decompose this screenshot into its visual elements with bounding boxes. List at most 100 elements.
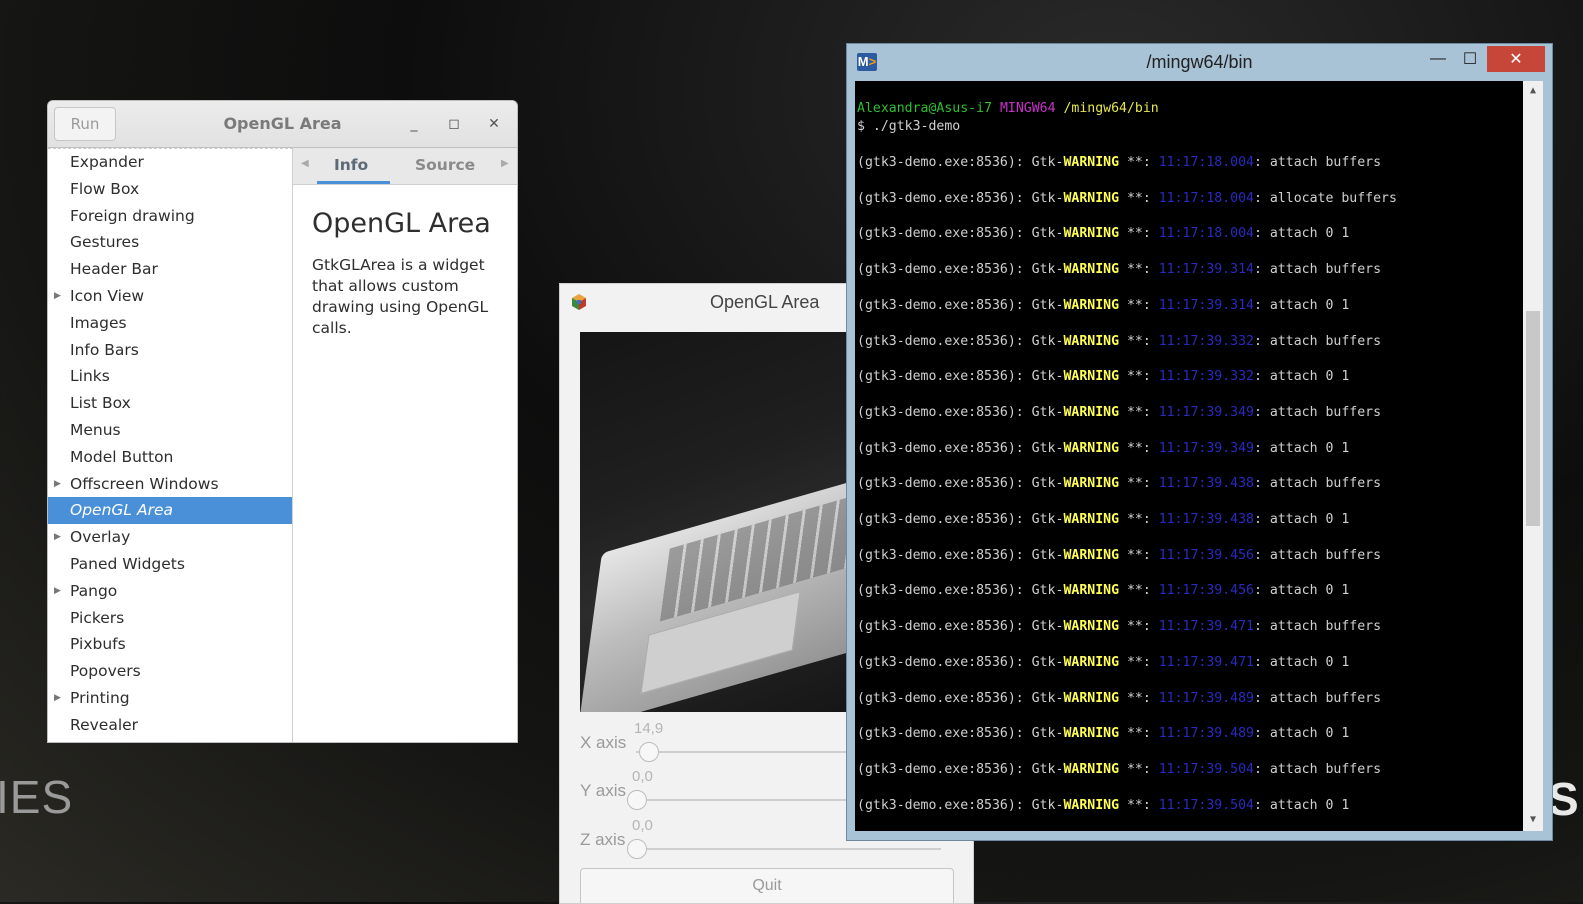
log-level: WARNING (1063, 190, 1120, 206)
log-level: WARNING (1063, 262, 1120, 278)
terminal-close-button[interactable]: ✕ (1487, 46, 1545, 72)
sidebar-item[interactable]: Links (48, 363, 292, 390)
log-separator: **: (1119, 726, 1159, 742)
sidebar-item-label: Pickers (70, 608, 125, 627)
terminal-scrollbar[interactable]: ▲ ▼ (1523, 81, 1543, 831)
maximize-button[interactable]: ◻ (443, 113, 465, 135)
sidebar-item[interactable]: Popovers (48, 658, 292, 685)
log-message: : attach buffers (1254, 333, 1382, 349)
scroll-up-icon[interactable]: ▲ (1523, 85, 1543, 96)
tab-source[interactable]: Source (415, 156, 475, 174)
sidebar-item[interactable]: Header Bar (48, 256, 292, 283)
scroll-down-icon[interactable]: ▼ (1523, 814, 1543, 825)
y-axis-slider-knob[interactable] (627, 790, 647, 810)
minimize-button[interactable]: _ (403, 113, 425, 135)
log-timestamp: 11:17:39.314 (1158, 297, 1254, 313)
sidebar-item[interactable]: Pixbufs (48, 631, 292, 658)
log-timestamp: 11:17:39.349 (1158, 440, 1254, 456)
log-timestamp: 11:17:39.438 (1158, 476, 1254, 492)
log-line: (gtk3-demo.exe:8536): Gtk-WARNING **: 11… (857, 298, 1349, 313)
log-separator: **: (1119, 262, 1159, 278)
sidebar-item[interactable]: ▶ Pango (48, 578, 292, 605)
log-message: : allocate buffers (1254, 190, 1397, 206)
terminal-output[interactable]: Alexandra@Asus-i7 MINGW64 /mingw64/bin $… (855, 81, 1523, 831)
sidebar-item[interactable]: Flow Box (48, 176, 292, 203)
demo-list-sidebar[interactable]: Expander Flow Box Foreign drawing Gestures H… (48, 148, 293, 742)
sidebar-item[interactable]: Foreign drawing (48, 203, 292, 230)
log-prefix: (gtk3-demo.exe:8536): Gtk- (857, 155, 1064, 170)
prompt-path: /mingw64/bin (1063, 101, 1159, 116)
tab-scroll-left-icon[interactable]: ◀ (301, 158, 309, 169)
sidebar-item-label: Expander (70, 153, 144, 171)
sidebar-item[interactable]: Gestures (48, 229, 292, 256)
x-axis-slider-knob[interactable] (639, 742, 659, 762)
expander-arrow-icon[interactable]: ▶ (54, 685, 61, 712)
log-level: WARNING (1063, 583, 1120, 599)
sidebar-item[interactable]: Menus (48, 417, 292, 444)
log-prefix: (gtk3-demo.exe:8536): Gtk- (857, 654, 1064, 670)
log-level: WARNING (1063, 476, 1120, 492)
log-prefix: (gtk3-demo.exe:8536): Gtk- (857, 583, 1064, 599)
log-level: WARNING (1063, 226, 1120, 242)
sidebar-item[interactable]: Info Bars (48, 337, 292, 364)
sidebar-item-label: Offscreen Windows (70, 474, 219, 493)
sidebar-item[interactable]: Paned Widgets (48, 551, 292, 578)
expander-arrow-icon[interactable]: ▶ (54, 283, 61, 310)
sidebar-item[interactable]: Expander (48, 149, 292, 176)
log-separator: **: (1119, 155, 1159, 170)
log-timestamp: 11:17:39.489 (1158, 690, 1254, 706)
log-level: WARNING (1063, 761, 1120, 777)
sidebar-item[interactable]: Pickers (48, 605, 292, 632)
close-button[interactable]: ✕ (483, 113, 505, 135)
log-message: : attach 0 1 (1254, 297, 1350, 313)
log-line: (gtk3-demo.exe:8536): Gtk-WARNING **: 11… (857, 226, 1349, 241)
log-message: : attach buffers (1254, 547, 1382, 563)
sidebar-item[interactable]: ▶ Printing (48, 685, 292, 712)
expander-arrow-icon[interactable]: ▶ (54, 578, 61, 605)
gl-window-title: OpenGL Area (710, 292, 820, 312)
tab-info[interactable]: Info (334, 156, 368, 174)
sidebar-item-label: Paned Widgets (70, 554, 185, 573)
log-prefix: (gtk3-demo.exe:8536): Gtk- (857, 512, 1064, 527)
log-separator: **: (1119, 761, 1159, 777)
z-axis-slider[interactable] (636, 848, 941, 850)
log-prefix: (gtk3-demo.exe:8536): Gtk- (857, 369, 1064, 385)
sidebar-item[interactable]: ▶ Icon View (48, 283, 292, 310)
quit-button[interactable]: Quit (580, 868, 954, 903)
log-line: (gtk3-demo.exe:8536): Gtk-WARNING **: 11… (857, 441, 1349, 456)
log-separator: **: (1119, 440, 1159, 456)
sidebar-item-label: Overlay (70, 528, 131, 547)
sidebar-item[interactable]: ▶ Offscreen Windows (48, 471, 292, 498)
expander-arrow-icon[interactable]: ▶ (54, 524, 61, 551)
sidebar-item-label: OpenGL Area (70, 501, 173, 520)
log-timestamp: 11:17:39.504 (1158, 797, 1254, 813)
tab-scroll-right-icon[interactable]: ▶ (501, 158, 509, 169)
sidebar-item-label: Pixbufs (70, 635, 126, 654)
sidebar-item[interactable]: OpenGL Area (48, 497, 292, 525)
sidebar-item[interactable]: Model Button (48, 444, 292, 471)
log-line: (gtk3-demo.exe:8536): Gtk-WARNING **: 11… (857, 798, 1349, 813)
prompt-user: Alexandra@Asus-i7 (857, 101, 992, 116)
sidebar-item[interactable]: List Box (48, 390, 292, 417)
expander-arrow-icon[interactable]: ▶ (54, 471, 61, 498)
log-separator: **: (1119, 512, 1159, 527)
log-timestamp: 11:17:39.489 (1158, 726, 1254, 742)
tab-bar: ◀ Info Source ▶ (293, 148, 517, 185)
scrollbar-thumb[interactable] (1526, 311, 1540, 526)
sidebar-item-label: Foreign drawing (70, 206, 195, 225)
log-message: : attach buffers (1254, 619, 1382, 635)
sidebar-item[interactable]: Revealer (48, 712, 292, 739)
log-line: (gtk3-demo.exe:8536): Gtk-WARNING **: 11… (857, 262, 1381, 277)
log-message: : attach 0 1 (1254, 797, 1350, 813)
log-level: WARNING (1063, 654, 1120, 670)
log-timestamp: 11:17:39.314 (1158, 262, 1254, 278)
sidebar-item[interactable]: Images (48, 310, 292, 337)
z-axis-slider-knob[interactable] (627, 839, 647, 859)
log-separator: **: (1119, 547, 1159, 563)
sidebar-item[interactable]: ▶ Overlay (48, 524, 292, 551)
log-separator: **: (1119, 619, 1159, 635)
log-level: WARNING (1063, 797, 1120, 813)
sidebar-item-label: Model Button (70, 447, 174, 466)
log-message: : attach 0 1 (1254, 583, 1350, 599)
prompt-system: MINGW64 (999, 101, 1056, 116)
